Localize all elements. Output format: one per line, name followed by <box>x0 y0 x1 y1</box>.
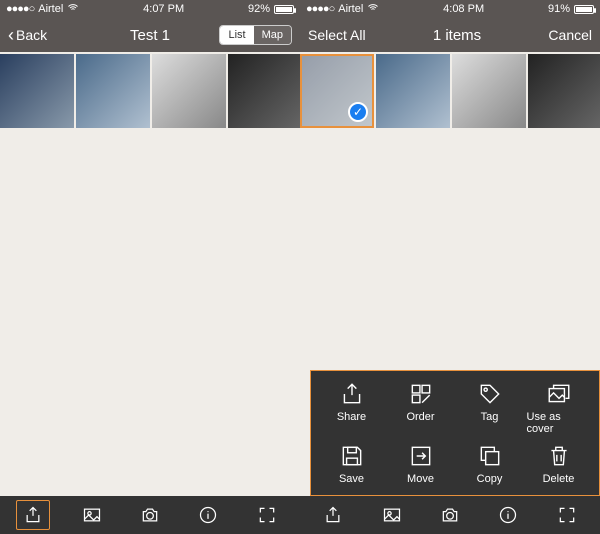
photo-thumb-selected[interactable]: ✓ <box>300 54 374 128</box>
camera-tool[interactable] <box>133 500 167 530</box>
photo-tool[interactable] <box>375 500 409 530</box>
cancel-button[interactable]: Cancel <box>548 27 592 43</box>
copy-label: Copy <box>477 473 503 485</box>
expand-tool[interactable] <box>550 500 584 530</box>
status-bar-right: ●●●●○ Airtel 4:08 PM 91% <box>300 0 600 18</box>
nav-bar-left: ‹ Back Test 1 List Map <box>0 18 300 52</box>
photo-thumb[interactable] <box>0 54 74 128</box>
photo-thumb[interactable] <box>152 54 226 128</box>
cover-label: Use as cover <box>527 411 591 435</box>
carrier-label: Airtel <box>38 3 63 15</box>
chevron-left-icon: ‹ <box>8 25 14 46</box>
copy-action[interactable]: Copy <box>458 443 522 485</box>
view-segmented-control: List Map <box>219 25 292 45</box>
image-stack-icon <box>546 381 572 407</box>
share-tool[interactable] <box>316 500 350 530</box>
move-label: Move <box>407 473 434 485</box>
photo-thumb[interactable] <box>528 54 600 128</box>
bottom-toolbar-left <box>0 496 300 534</box>
trash-icon <box>546 443 572 469</box>
clock-label: 4:08 PM <box>443 3 484 15</box>
check-icon: ✓ <box>348 102 368 122</box>
wifi-icon <box>367 2 379 17</box>
signal-dots-icon: ●●●●○ <box>306 3 334 15</box>
clock-label: 4:07 PM <box>143 3 184 15</box>
share-action[interactable]: Share <box>320 381 384 435</box>
photo-thumb[interactable] <box>228 54 300 128</box>
selection-count: 1 items <box>433 27 481 44</box>
seg-map[interactable]: Map <box>254 26 291 44</box>
wifi-icon <box>67 2 79 17</box>
photo-thumb[interactable] <box>452 54 526 128</box>
tag-action[interactable]: Tag <box>458 381 522 435</box>
thumbnail-row-left <box>0 52 300 130</box>
battery-icon <box>274 5 294 14</box>
order-action[interactable]: Order <box>389 381 453 435</box>
share-label: Share <box>337 411 366 423</box>
photo-thumb[interactable] <box>376 54 450 128</box>
grid-icon <box>408 381 434 407</box>
delete-action[interactable]: Delete <box>527 443 591 485</box>
back-label: Back <box>16 27 47 43</box>
save-icon <box>339 443 365 469</box>
page-title: Test 1 <box>130 27 170 44</box>
nav-bar-right: Select All 1 items Cancel <box>300 18 600 52</box>
expand-tool[interactable] <box>250 500 284 530</box>
carrier-label: Airtel <box>338 3 363 15</box>
order-label: Order <box>406 411 434 423</box>
move-action[interactable]: Move <box>389 443 453 485</box>
camera-tool[interactable] <box>433 500 467 530</box>
share-icon <box>339 381 365 407</box>
share-tool[interactable] <box>16 500 50 530</box>
tag-icon <box>477 381 503 407</box>
battery-icon <box>574 5 594 14</box>
cover-action[interactable]: Use as cover <box>527 381 591 435</box>
info-tool[interactable] <box>491 500 525 530</box>
save-action[interactable]: Save <box>320 443 384 485</box>
save-label: Save <box>339 473 364 485</box>
tag-label: Tag <box>481 411 499 423</box>
status-bar-left: ●●●●○ Airtel 4:07 PM 92% <box>0 0 300 18</box>
battery-pct-label: 92% <box>248 3 270 15</box>
info-tool[interactable] <box>191 500 225 530</box>
bottom-toolbar-right <box>300 496 600 534</box>
seg-list[interactable]: List <box>220 26 253 44</box>
move-icon <box>408 443 434 469</box>
photo-thumb[interactable] <box>76 54 150 128</box>
action-panel: Share Order Tag Use as cover Save Move C… <box>310 370 600 496</box>
copy-icon <box>477 443 503 469</box>
signal-dots-icon: ●●●●○ <box>6 3 34 15</box>
photo-tool[interactable] <box>75 500 109 530</box>
delete-label: Delete <box>543 473 575 485</box>
battery-pct-label: 91% <box>548 3 570 15</box>
back-button[interactable]: ‹ Back <box>8 25 47 46</box>
select-all-button[interactable]: Select All <box>308 27 366 43</box>
thumbnail-row-right: ✓ <box>300 52 600 130</box>
